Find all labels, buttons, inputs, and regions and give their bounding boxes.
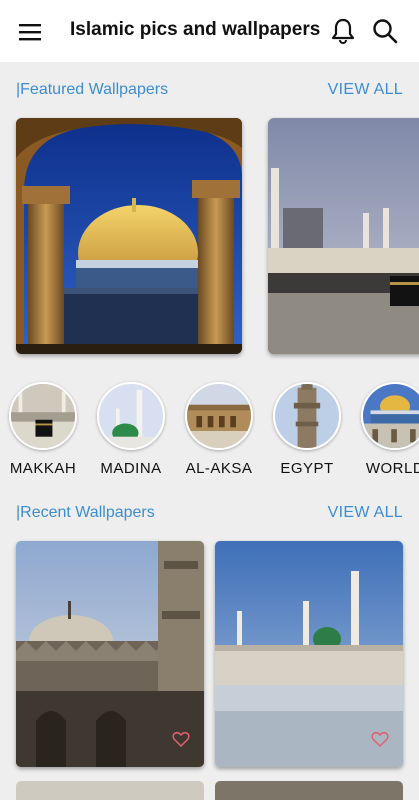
favorite-heart-icon[interactable] xyxy=(172,731,190,747)
recent-card-3[interactable] xyxy=(16,781,204,800)
category-name: AL-AKSA xyxy=(185,460,253,477)
recent-wallpapers-label: |Recent Wallpapers xyxy=(16,504,155,521)
featured-section-header: |Featured Wallpapers VIEW ALL xyxy=(0,79,419,103)
category-name: MADINA xyxy=(100,460,162,477)
category-list[interactable]: MAKKAH MADINA AL-AKSA EGYPT WORLD xyxy=(0,380,419,480)
recent-card-madina-mosque[interactable] xyxy=(215,541,403,767)
recent-card-4[interactable] xyxy=(215,781,403,800)
app-bar: Islamic pics and wallpapers xyxy=(0,0,419,62)
category-al-aksa-thumb xyxy=(185,382,253,450)
search-icon[interactable] xyxy=(371,17,399,45)
category-world[interactable]: WORLD xyxy=(350,380,419,480)
category-makkah[interactable]: MAKKAH xyxy=(0,380,88,480)
recent-wallpapers-grid xyxy=(0,541,419,800)
featured-card-dome-of-rock[interactable] xyxy=(16,118,242,354)
bell-icon[interactable] xyxy=(330,17,356,45)
featured-card-kaaba[interactable] xyxy=(268,118,419,354)
category-name: WORLD xyxy=(365,460,419,477)
featured-carousel[interactable] xyxy=(0,118,419,358)
category-madina[interactable]: MADINA xyxy=(86,380,176,480)
app-title: Islamic pics and wallpapers xyxy=(70,19,321,40)
category-name: MAKKAH xyxy=(9,460,77,477)
category-name: EGYPT xyxy=(280,460,334,477)
recent-view-all-button[interactable]: VIEW ALL xyxy=(328,504,403,522)
category-world-thumb xyxy=(361,382,419,450)
recent-card-egypt-mosque[interactable] xyxy=(16,541,204,767)
category-madina-thumb xyxy=(97,382,165,450)
kaaba-image xyxy=(268,118,419,354)
dome-of-the-rock-image xyxy=(16,118,242,354)
favorite-heart-icon[interactable] xyxy=(371,731,389,747)
category-al-aksa[interactable]: AL-AKSA xyxy=(174,380,264,480)
hamburger-menu-icon[interactable] xyxy=(17,19,45,45)
category-egypt[interactable]: EGYPT xyxy=(262,380,352,480)
category-egypt-thumb xyxy=(273,382,341,450)
category-makkah-thumb xyxy=(9,382,77,450)
recent-section-header: |Recent Wallpapers VIEW ALL xyxy=(0,502,419,526)
featured-wallpapers-label: |Featured Wallpapers xyxy=(16,81,169,98)
featured-view-all-button[interactable]: VIEW ALL xyxy=(328,81,403,99)
